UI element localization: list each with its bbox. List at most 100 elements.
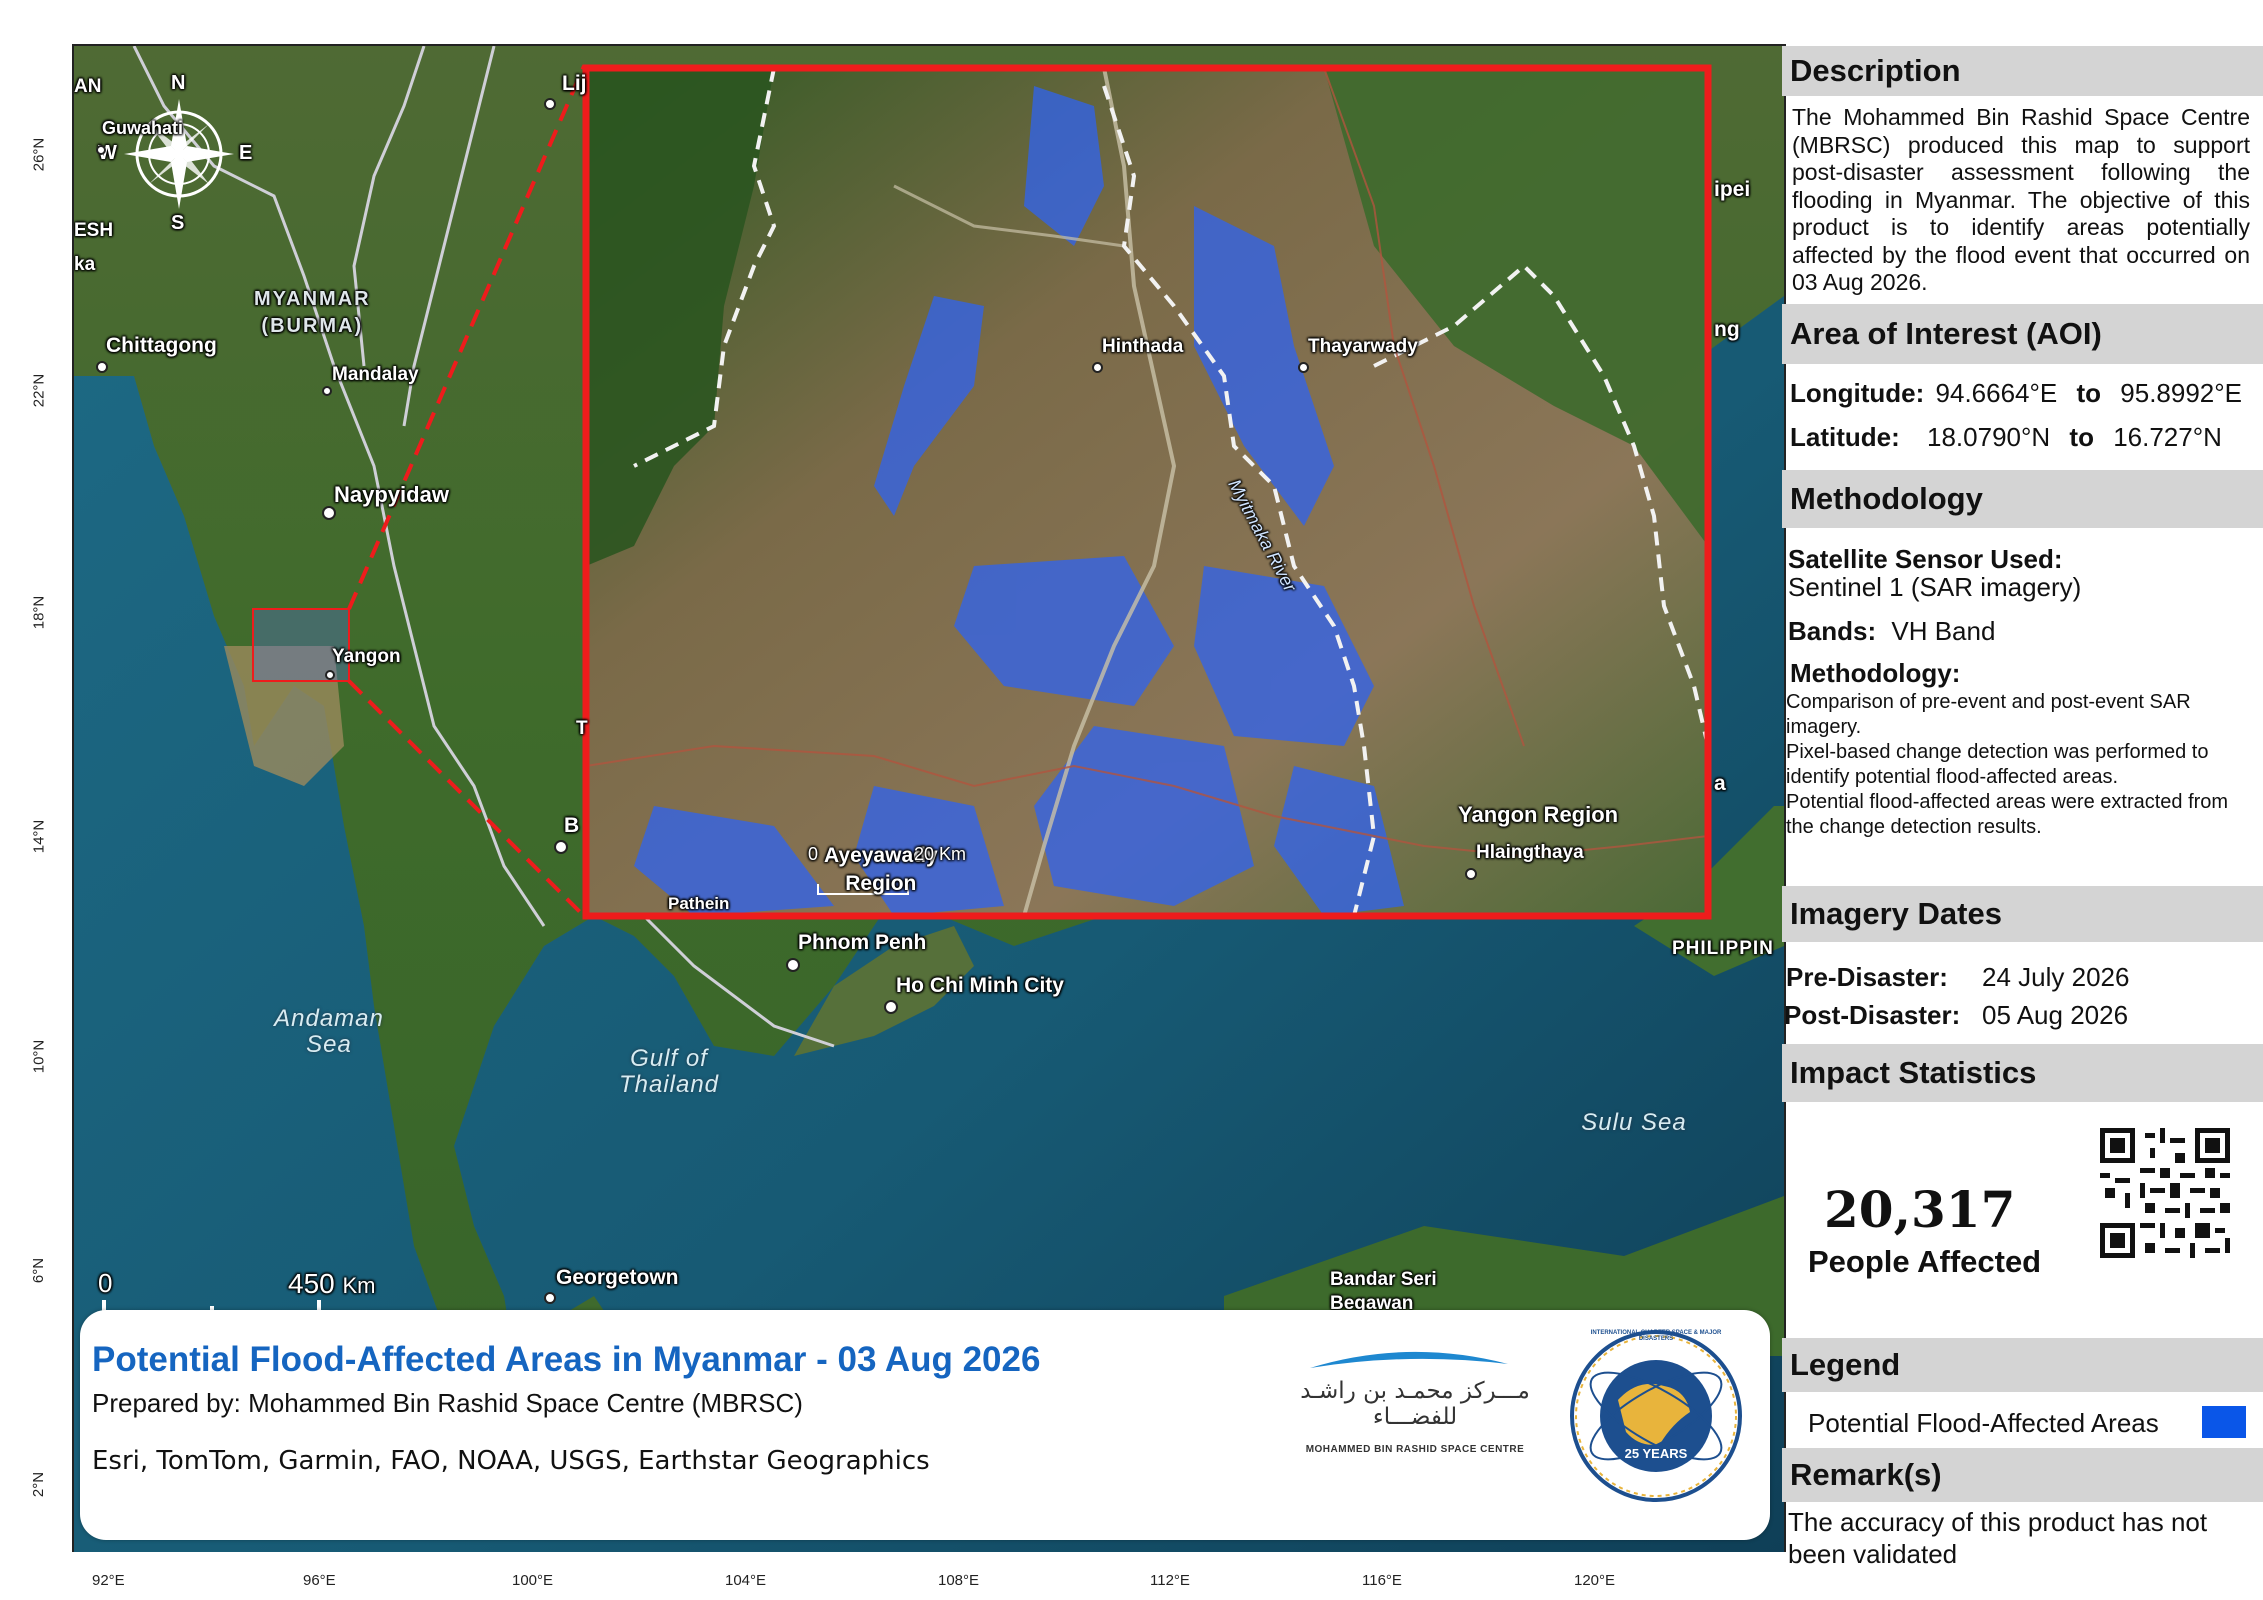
place-thayarwady: Thayarwady [1308, 336, 1418, 357]
lon-label: 116°E [1362, 1572, 1402, 1589]
method-label: Methodology: [1790, 658, 1961, 688]
remarks-text: The accuracy of this product has not bee… [1788, 1507, 2208, 1569]
inset-scale-zero: 0 [808, 844, 819, 864]
lon-label: 92°E [92, 1572, 125, 1589]
info-panel: Description The Mohammed Bin Rashid Spac… [1782, 44, 2263, 1600]
lat-label: 6°N [30, 1257, 48, 1284]
city-dot [96, 145, 106, 155]
method-step: Potential flood-affected areas were extr… [1786, 791, 2229, 838]
methodology-heading: Methodology [1782, 470, 2263, 528]
city-dot [786, 958, 800, 972]
city-dot [1465, 868, 1477, 880]
place-hlaingthaya: Hlaingthaya [1476, 842, 1584, 863]
charter-globe-icon [1570, 1330, 1742, 1502]
charter-logo: 25 YEARS INTERNATIONAL CHARTER SPACE & M… [1568, 1328, 1744, 1504]
mbrsc-arc-icon [1310, 1351, 1508, 1368]
title-box: Potential Flood-Affected Areas in Myanma… [80, 1310, 1770, 1540]
sea-gulf-of-thailand: Gulf of Thailand [618, 1045, 720, 1098]
city-guwahati: Guwahati [102, 118, 184, 138]
city-phnom-penh: Phnom Penh [798, 931, 927, 954]
scale-distance: 450 Km [288, 1268, 376, 1299]
lat-label: 26°N [30, 137, 48, 172]
partial-label: ESH [74, 220, 114, 241]
partial-label: ipei [1714, 178, 1751, 201]
city-naypyidaw: Naypyidaw [334, 482, 449, 507]
lon-label: 108°E [938, 1572, 980, 1589]
map-title: Potential Flood-Affected Areas in Myanma… [92, 1340, 1041, 1379]
remarks-heading: Remark(s) [1782, 1448, 2263, 1502]
place-hinthada: Hinthada [1102, 336, 1184, 357]
pre-disaster: Pre-Disaster: 24 July 2026 [1786, 962, 2130, 992]
sensor-label: Satellite Sensor Used: [1788, 544, 2063, 574]
country-label-myanmar: MYANMAR (BURMA) [254, 288, 371, 337]
partial-label: AN [74, 76, 102, 97]
city-lij: Lij [562, 72, 587, 95]
city-yangon: Yangon [332, 646, 401, 667]
city-dot [544, 1292, 556, 1304]
sea-sulu: Sulu Sea [1581, 1109, 1687, 1136]
aoi-longitude: Longitude: 94.6664°E to 95.8992°E [1790, 378, 2243, 408]
description-text: The Mohammed Bin Rashid Space Centre (MB… [1792, 104, 2250, 295]
city-georgetown: Georgetown [556, 1266, 679, 1289]
city-chittagong: Chittagong [106, 334, 217, 357]
city-dot [325, 670, 335, 680]
legend-heading: Legend [1782, 1338, 2263, 1392]
city-dot [322, 386, 332, 396]
lon-label: 96°E [303, 1572, 336, 1589]
description-heading: Description [1782, 46, 2263, 96]
place-pathein: Pathein [668, 894, 730, 913]
inset-scale-distance: 20 Km [914, 844, 967, 864]
city-dot [96, 361, 108, 373]
compass-e: E [239, 142, 253, 164]
lat-label: 14°N [30, 819, 48, 854]
city-b: B [564, 814, 580, 837]
aoi-latitude: Latitude: 18.0790°N to 16.727°N [1790, 422, 2222, 452]
method-step: Comparison of pre-event and post-event S… [1786, 691, 2191, 738]
partial-label: ng [1714, 318, 1740, 341]
city-dot [322, 506, 336, 520]
lat-label: 2°N [30, 1471, 48, 1498]
lat-label: 22°N [30, 373, 48, 408]
city-dot [554, 840, 568, 854]
mbrsc-logo: مـــركز محمـد بن راشـد للفضـــاء MOHAMME… [1298, 1344, 1532, 1464]
post-disaster: Post-Disaster: 05 Aug 2026 [1784, 1000, 2129, 1030]
compass-n: N [171, 72, 186, 94]
city-dot [884, 1000, 898, 1014]
place-yangon-region: Yangon Region [1458, 802, 1619, 827]
mbrsc-logo-arabic: مـــركز محمـد بن راشـد للفضـــاء [1300, 1378, 1530, 1430]
partial-label: T [576, 718, 588, 739]
impact-heading: Impact Statistics [1782, 1044, 2263, 1102]
lon-label: 120°E [1574, 1572, 1616, 1589]
prepared-by: Prepared by: Mohammed Bin Rashid Space C… [92, 1388, 803, 1418]
lon-label: 112°E [1150, 1572, 1190, 1589]
partial-label: PHILIPPIN [1672, 938, 1774, 959]
imagery-heading: Imagery Dates [1782, 886, 2263, 942]
legend-item-label: Potential Flood-Affected Areas [1808, 1408, 2159, 1438]
lat-label: 10°N [30, 1039, 48, 1074]
city-dot [1092, 362, 1103, 373]
qr-code-icon[interactable] [2100, 1128, 2230, 1258]
compass-s: S [171, 212, 185, 234]
sea-andaman: Andaman Sea [274, 1005, 384, 1058]
lat-label: 18°N [30, 595, 48, 630]
partial-label: ka [74, 254, 96, 275]
method-step: Pixel-based change detection was perform… [1786, 741, 2209, 788]
people-affected-value: 20,317 [1824, 1180, 2016, 1239]
people-affected-caption: People Affected [1808, 1244, 2042, 1279]
legend-flood-swatch [2202, 1406, 2246, 1438]
partial-label: a [1714, 772, 1726, 795]
scale-zero: 0 [98, 1268, 113, 1298]
basemap-credits: Esri, TomTom, Garmin, FAO, NOAA, USGS, E… [92, 1446, 930, 1476]
city-dot [544, 98, 556, 110]
lon-label: 104°E [725, 1572, 767, 1589]
city-dot [1298, 362, 1309, 373]
mbrsc-logo-english: MOHAMMED BIN RASHID SPACE CENTRE [1305, 1444, 1525, 1455]
charter-logo-text: INTERNATIONAL CHARTER SPACE & MAJOR DISA… [1590, 1330, 1722, 1342]
city-ho-chi-minh: Ho Chi Minh City [896, 974, 1064, 997]
charter-logo-badge: 25 YEARS [1624, 1446, 1688, 1461]
aoi-heading: Area of Interest (AOI) [1782, 304, 2263, 364]
sensor-value: Sentinel 1 (SAR imagery) [1788, 572, 2082, 602]
bands: Bands: VH Band [1788, 616, 1996, 646]
lon-label: 100°E [512, 1572, 554, 1589]
city-bandar-seri-begawan: Bandar Seri Begawan [1330, 1269, 1437, 1314]
